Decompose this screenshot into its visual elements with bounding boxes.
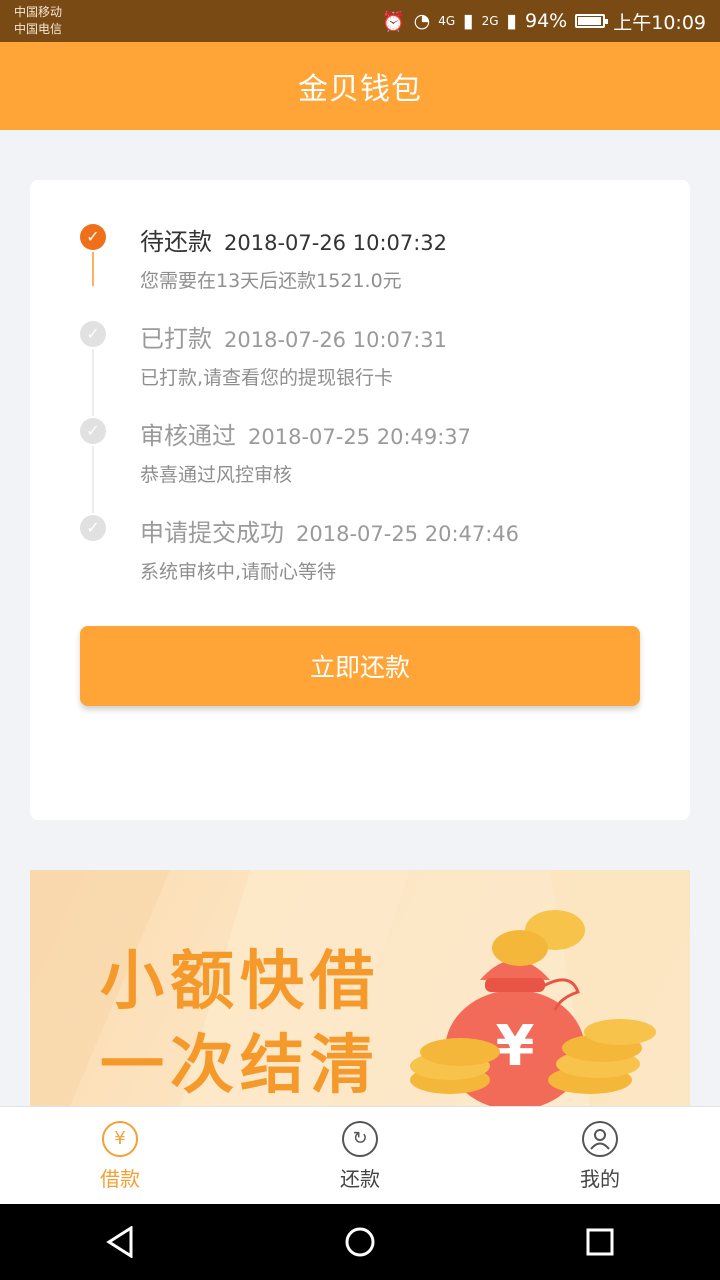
carrier-1: 中国移动	[14, 5, 63, 19]
battery-icon	[575, 14, 609, 28]
step-desc: 恭喜通过风控审核	[140, 464, 293, 486]
battery-percent: 94%	[525, 10, 568, 32]
tab-label: 我的	[580, 1166, 620, 1191]
step-time: 2018-07-26 10:07:32	[224, 231, 448, 255]
network-2g: 2G	[481, 14, 499, 28]
promo-banner[interactable]: ¥ 小额快借 一次结清	[30, 870, 690, 1106]
step-time: 2018-07-25 20:49:37	[248, 425, 472, 449]
timeline-step-application-submitted: ✓ 申请提交成功 2018-07-25 20:47:46 系统审核中,请耐心等待	[80, 513, 640, 610]
repayment-status-card: ✓ 待还款 2018-07-26 10:07:32 您需要在13天后还款1521…	[30, 180, 690, 820]
step-desc: 您需要在13天后还款1521.0元	[140, 270, 402, 292]
svg-text:¥: ¥	[496, 1014, 535, 1079]
signal-icon: ▮	[463, 10, 474, 32]
recents-icon	[586, 1228, 614, 1256]
timeline-step-paid-out: ✓ 已打款 2018-07-26 10:07:31 已打款,请查看您的提现银行卡	[80, 319, 640, 416]
check-icon: ✓	[80, 224, 106, 250]
home-button[interactable]	[320, 1212, 400, 1272]
repay-icon: ↻	[342, 1120, 378, 1157]
timeline-step-review-passed: ✓ 审核通过 2018-07-25 20:49:37 恭喜通过风控审核	[80, 416, 640, 513]
timeline-connector	[92, 349, 94, 416]
step-time: 2018-07-26 10:07:31	[224, 328, 448, 352]
signal-icon-2: ▮	[506, 10, 517, 32]
step-title: 申请提交成功	[140, 519, 284, 547]
carrier-2: 中国电信	[14, 22, 63, 36]
tab-borrow[interactable]: ¥ 借款	[0, 1107, 240, 1205]
user-icon	[582, 1120, 618, 1157]
bottom-tab-bar: ¥ 借款 ↻ 还款 我的	[0, 1106, 720, 1205]
status-timeline: ✓ 待还款 2018-07-26 10:07:32 您需要在13天后还款1521…	[80, 222, 640, 610]
timeline-connector	[92, 446, 94, 513]
step-title: 审核通过	[140, 422, 236, 450]
timeline-step-pending-repayment: ✓ 待还款 2018-07-26 10:07:32 您需要在13天后还款1521…	[80, 222, 640, 319]
back-button[interactable]	[80, 1212, 160, 1272]
app-header: 金贝钱包	[0, 42, 720, 130]
recents-button[interactable]	[560, 1212, 640, 1272]
alarm-icon: ⏰	[381, 10, 406, 33]
back-icon	[106, 1226, 133, 1258]
tab-repay[interactable]: ↻ 还款	[240, 1107, 480, 1205]
system-nav-bar	[0, 1204, 720, 1280]
banner-line-1: 小额快借	[100, 945, 380, 1019]
check-icon: ✓	[80, 321, 106, 347]
tab-label: 还款	[340, 1166, 380, 1191]
money-bag-icon: ¥	[102, 1120, 138, 1157]
carrier-info: 中国移动 中国电信	[14, 4, 62, 38]
repay-now-button[interactable]: 立即还款	[80, 626, 640, 706]
banner-line-2: 一次结清	[100, 1029, 380, 1103]
tab-label: 借款	[100, 1166, 140, 1191]
tab-mine[interactable]: 我的	[480, 1107, 720, 1205]
step-time: 2018-07-25 20:47:46	[296, 522, 520, 546]
check-icon: ✓	[80, 515, 106, 541]
check-icon: ✓	[80, 418, 106, 444]
home-icon	[345, 1227, 375, 1257]
status-bar: 中国移动 中国电信 ⏰ ◔ 4G ▮ 2G ▮ 94% 上午10:09	[0, 0, 720, 42]
status-indicators: ⏰ ◔ 4G ▮ 2G ▮ 94% 上午10:09	[382, 0, 706, 42]
step-title: 已打款	[140, 325, 212, 353]
page-title: 金贝钱包	[298, 72, 422, 107]
timeline-connector	[92, 252, 94, 286]
network-4g: 4G	[438, 14, 456, 28]
step-desc: 系统审核中,请耐心等待	[140, 561, 337, 583]
step-title: 待还款	[140, 228, 212, 256]
clock: 上午10:09	[613, 11, 706, 34]
wifi-icon: ◔	[413, 10, 431, 32]
step-desc: 已打款,请查看您的提现银行卡	[140, 367, 394, 389]
